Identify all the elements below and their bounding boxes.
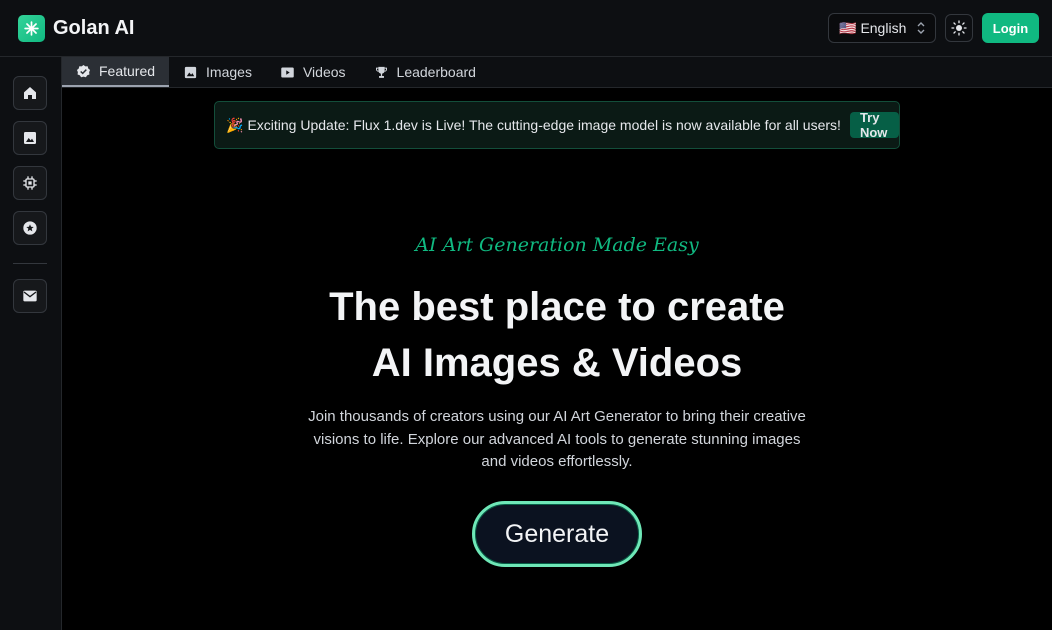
verified-badge-icon (76, 64, 91, 77)
announcement-text: Exciting Update: Flux 1.dev is Live! The… (247, 117, 841, 133)
language-select[interactable]: 🇺🇸 English (828, 13, 936, 43)
star-badge-icon (23, 221, 37, 235)
hero-tagline: AI Art Generation Made Easy (415, 234, 699, 256)
try-now-button[interactable]: Try Now (849, 110, 899, 140)
sun-icon (951, 20, 967, 36)
brand-name[interactable]: Golan AI (53, 15, 134, 41)
tab-videos[interactable]: Videos (266, 57, 360, 87)
logo-icon[interactable] (18, 15, 45, 42)
tab-bar: Featured Images Videos Leaderboard (62, 57, 1052, 88)
sidebar-images-button[interactable] (13, 121, 47, 155)
hero-title-line2: AI Images & Videos (371, 341, 743, 385)
language-label: English (860, 20, 907, 36)
sidebar-favorites-button[interactable] (13, 211, 47, 245)
image-icon (184, 66, 197, 78)
sidebar-models-button[interactable] (13, 166, 47, 200)
tab-featured[interactable]: Featured (62, 57, 170, 87)
sidebar (0, 57, 62, 630)
hero-title-line1: The best place to create (329, 285, 785, 329)
tab-images-label: Images (206, 64, 252, 80)
us-flag-icon: 🇺🇸 (839, 19, 857, 36)
mail-icon (23, 290, 37, 302)
sidebar-home-button[interactable] (13, 76, 47, 110)
sidebar-contact-button[interactable] (13, 279, 47, 313)
party-popper-icon: 🎉 (226, 116, 244, 133)
home-icon (24, 87, 36, 99)
announcement-banner: 🎉 Exciting Update: Flux 1.dev is Live! T… (214, 101, 900, 149)
video-icon (281, 67, 294, 77)
top-header: Golan AI 🇺🇸 English Login (0, 0, 1052, 57)
login-button[interactable]: Login (982, 13, 1039, 43)
image-icon (24, 132, 36, 144)
hero-description: Join thousands of creators using our AI … (308, 408, 806, 470)
chevron-up-down-icon (917, 21, 925, 35)
tab-leaderboard[interactable]: Leaderboard (360, 57, 490, 87)
tab-images[interactable]: Images (169, 57, 266, 87)
generate-button[interactable]: Generate (472, 501, 642, 567)
sidebar-divider (13, 263, 47, 264)
chip-icon (23, 176, 37, 190)
theme-toggle-button[interactable] (945, 14, 973, 42)
trophy-icon (375, 66, 387, 78)
tab-featured-label: Featured (99, 63, 156, 79)
tab-videos-label: Videos (302, 64, 346, 80)
tab-leaderboard-label: Leaderboard (396, 64, 476, 80)
